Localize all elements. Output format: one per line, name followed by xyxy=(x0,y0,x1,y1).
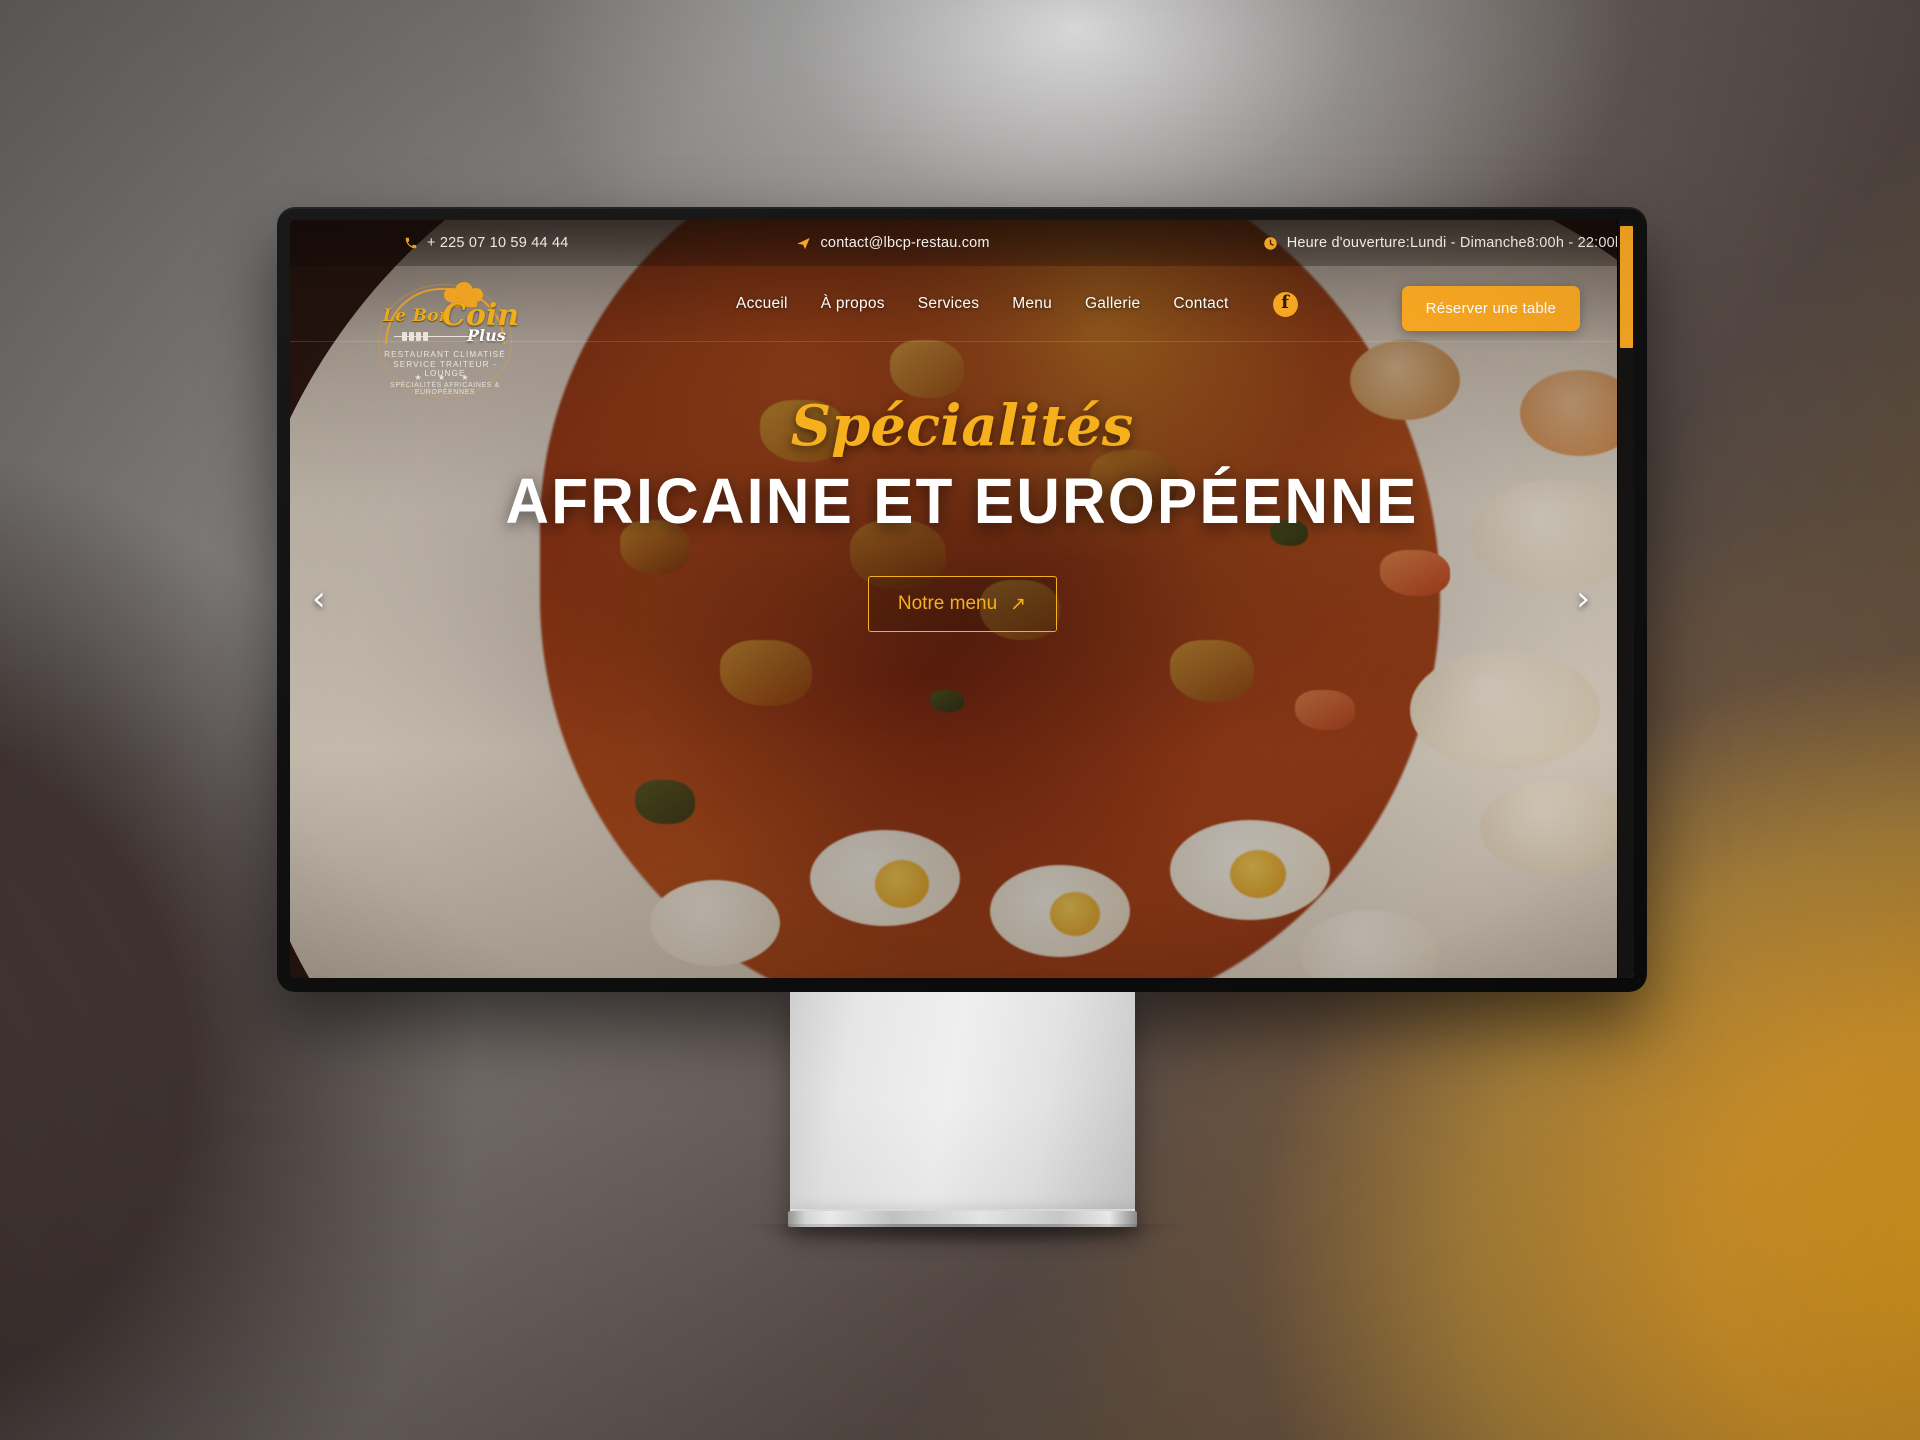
clock-icon xyxy=(1263,236,1278,251)
nav-item-accueil[interactable]: Accueil xyxy=(736,295,788,313)
hero-script-title: Spécialités xyxy=(790,393,1134,459)
carousel-prev-button[interactable]: ‹ xyxy=(312,582,326,616)
topbar-hours: Heure d'ouverture:Lundi - Dimanche8:00h … xyxy=(1263,235,1623,251)
site-logo[interactable]: Le Bon Coin Plus RESTAURANT CLIMATISÉ SE… xyxy=(372,274,519,402)
logo-stars: ★ ★ ★ xyxy=(414,373,476,382)
monitor-stand-shadow xyxy=(740,1224,1190,1246)
skewer-icon xyxy=(394,332,476,341)
nav-item-contact[interactable]: Contact xyxy=(1173,295,1228,313)
reserve-table-button[interactable]: Réserver une table xyxy=(1401,286,1580,331)
facebook-icon[interactable]: f xyxy=(1272,291,1298,317)
nav-item-services[interactable]: Services xyxy=(918,295,979,313)
main-navigation: Accueil À propos Services Menu Gallerie … xyxy=(736,266,1298,342)
topbar-hours-text: Heure d'ouverture:Lundi - Dimanche8:00h … xyxy=(1286,235,1624,251)
topbar-phone[interactable]: + 225 07 10 59 44 44 xyxy=(404,235,568,251)
nav-item-gallerie[interactable]: Gallerie xyxy=(1085,295,1140,313)
topbar-phone-text: + 225 07 10 59 44 44 xyxy=(427,235,569,251)
notre-menu-label: Notre menu xyxy=(897,593,998,614)
hero-main-title: AFRICAINE ET EUROPÉENNE xyxy=(505,465,1419,537)
site-header: Le Bon Coin Plus RESTAURANT CLIMATISÉ SE… xyxy=(290,266,1634,398)
monitor-screen: + 225 07 10 59 44 44 contact@lbcp-restau… xyxy=(290,220,1634,978)
nav-item-menu[interactable]: Menu xyxy=(1012,295,1052,313)
logo-tagline-1: RESTAURANT CLIMATISÉ xyxy=(384,350,506,359)
monitor-bezel: + 225 07 10 59 44 44 contact@lbcp-restau… xyxy=(277,207,1647,992)
logo-curved-text: SPÉCIALITÉS AFRICAINES & EUROPÉENNES xyxy=(390,382,500,396)
page-scrollbar-track[interactable] xyxy=(1617,220,1634,978)
carousel-next-button[interactable]: › xyxy=(1576,582,1590,616)
arrow-up-right-icon: ↗ xyxy=(1010,593,1027,615)
top-contact-bar: + 225 07 10 59 44 44 contact@lbcp-restau… xyxy=(290,220,1634,266)
nav-item-a-propos[interactable]: À propos xyxy=(821,295,885,313)
notre-menu-button[interactable]: Notre menu ↗ xyxy=(867,576,1057,632)
page-scrollbar-thumb[interactable] xyxy=(1620,226,1633,348)
topbar-email-text: contact@lbcp-restau.com xyxy=(820,235,990,251)
paper-plane-icon xyxy=(796,236,811,251)
monitor-stand-neck xyxy=(790,992,1135,1219)
topbar-email[interactable]: contact@lbcp-restau.com xyxy=(796,235,990,251)
monitor-device: + 225 07 10 59 44 44 contact@lbcp-restau… xyxy=(277,207,1647,992)
page-backdrop: + 225 07 10 59 44 44 contact@lbcp-restau… xyxy=(0,0,1920,1440)
hero-content: Spécialités AFRICAINE ET EUROPÉENNE Notr… xyxy=(290,398,1634,632)
phone-icon xyxy=(404,236,418,250)
